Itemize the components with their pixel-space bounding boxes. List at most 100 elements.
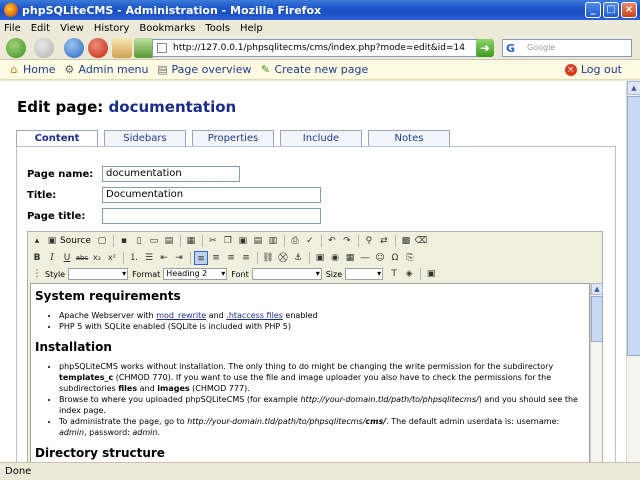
source-button[interactable]: Source (60, 236, 91, 246)
format-combo[interactable]: Format Heading 2 (132, 268, 228, 280)
page-scroll-up-icon[interactable]: ▲ (627, 81, 640, 95)
bold-icon[interactable]: B (30, 251, 44, 265)
go-button[interactable]: ➜ (476, 39, 494, 57)
tab-properties[interactable]: Properties (192, 130, 274, 146)
page-overview-link[interactable]: ▤ Page overview (156, 63, 251, 76)
print-icon[interactable]: ⎙ (288, 234, 302, 248)
menu-view[interactable]: View (60, 23, 84, 34)
menu-help[interactable]: Help (240, 23, 263, 34)
cut-icon[interactable]: ✂ (206, 234, 220, 248)
undo-icon[interactable]: ↶ (325, 234, 339, 248)
font-combo[interactable]: Font (231, 268, 322, 280)
page-name-input[interactable]: documentation (102, 166, 240, 182)
reload-button[interactable] (64, 38, 84, 58)
format-select[interactable]: Heading 2 (163, 268, 228, 280)
title-input[interactable]: Documentation (102, 187, 321, 203)
page-scrollbar[interactable]: ▲ (626, 81, 640, 462)
flash-icon[interactable]: ◉ (328, 251, 342, 265)
menu-tools[interactable]: Tools (205, 23, 230, 34)
replace-icon[interactable]: ⇄ (377, 234, 391, 248)
scroll-up-icon[interactable]: ▲ (591, 283, 603, 295)
tab-content[interactable]: Content (16, 130, 98, 147)
menu-edit[interactable]: Edit (31, 23, 50, 34)
bookmark-icon[interactable] (134, 38, 154, 58)
tab-sidebars[interactable]: Sidebars (104, 130, 186, 146)
page-scroll-thumb[interactable] (627, 96, 640, 356)
spellcheck-icon[interactable]: ✓ (303, 234, 317, 248)
link-icon[interactable]: ⛓ (261, 251, 275, 265)
stop-button[interactable] (88, 38, 108, 58)
align-left-icon[interactable]: ≡ (194, 251, 208, 265)
align-center-icon[interactable]: ≡ (209, 251, 223, 265)
maximize-button[interactable]: □ (603, 2, 619, 18)
search-input[interactable]: G Google (502, 39, 632, 57)
horizontal-rule-icon[interactable]: ― (358, 251, 372, 265)
preview-source-icon[interactable]: ▢ (95, 234, 109, 248)
style-combo[interactable]: Style (45, 268, 129, 280)
italic-icon[interactable]: I (45, 251, 59, 265)
text-color-icon[interactable]: T (387, 267, 401, 281)
editor-scroll-thumb[interactable] (591, 296, 603, 342)
indent-icon[interactable]: ⇥ (172, 251, 186, 265)
logout-link[interactable]: × Log out (564, 63, 622, 76)
admin-menu-link[interactable]: ⚙ Admin menu (63, 63, 149, 76)
page-break-icon[interactable]: ⎘ (403, 251, 417, 265)
menu-file[interactable]: File (4, 23, 21, 34)
superscript-icon[interactable]: x² (105, 251, 119, 265)
justify-icon[interactable]: ≡ (239, 251, 253, 265)
minimize-button[interactable]: _ (585, 2, 601, 18)
templates-icon[interactable]: ▤ (162, 234, 176, 248)
home-link[interactable]: ⌂ Home (8, 63, 56, 76)
address-bar[interactable]: http://127.0.0.1/phpsqlitecms/cms/index.… (152, 39, 492, 57)
remove-format-icon[interactable]: ⌫ (414, 234, 428, 248)
align-right-icon[interactable]: ≡ (224, 251, 238, 265)
collapse-toolbar-icon[interactable]: ▴ (30, 234, 44, 248)
image-icon[interactable]: ▣ (313, 251, 327, 265)
anchor-icon[interactable]: ⚓ (291, 251, 305, 265)
menu-history[interactable]: History (94, 23, 130, 34)
tab-notes[interactable]: Notes (368, 130, 450, 146)
subscript-icon[interactable]: x₂ (90, 251, 104, 265)
size-combo[interactable]: Size (326, 268, 384, 280)
create-page-link[interactable]: ✎ Create new page (259, 63, 368, 76)
menu-bookmarks[interactable]: Bookmarks (139, 23, 195, 34)
paste-word-icon[interactable]: ▦ (184, 234, 198, 248)
home-icon[interactable] (112, 38, 132, 58)
maximize-editor-icon[interactable]: ▣ (424, 267, 438, 281)
mod-rewrite-link[interactable]: mod_rewrite (156, 311, 206, 320)
installation-list: phpSQLiteCMS works without installation.… (59, 361, 585, 438)
unlink-icon[interactable]: ⛒ (276, 251, 290, 265)
copy-icon[interactable]: ❐ (221, 234, 235, 248)
save-icon[interactable]: ▪ (117, 234, 131, 248)
font-select[interactable] (251, 268, 322, 280)
forward-button[interactable] (34, 38, 54, 58)
collapse-handle-icon[interactable]: ⋮ (30, 267, 44, 281)
tab-include[interactable]: Include (280, 130, 362, 146)
special-char-icon[interactable]: Ω (388, 251, 402, 265)
table-icon[interactable]: ▦ (343, 251, 357, 265)
find-icon[interactable]: ⚲ (362, 234, 376, 248)
new-page-icon[interactable]: ▯ (132, 234, 146, 248)
select-all-icon[interactable]: ▩ (399, 234, 413, 248)
preview-icon[interactable]: ▭ (147, 234, 161, 248)
bullet-list-icon[interactable]: ☰ (142, 251, 156, 265)
size-select[interactable] (345, 268, 384, 280)
background-color-icon[interactable]: ◈ (402, 267, 416, 281)
editor-scrollbar[interactable]: ▲ (590, 283, 603, 476)
close-button[interactable]: × (621, 2, 637, 18)
source-icon[interactable]: ▣ (45, 234, 59, 248)
smiley-icon[interactable]: ☺ (373, 251, 387, 265)
underline-icon[interactable]: U (60, 251, 74, 265)
outdent-icon[interactable]: ⇤ (157, 251, 171, 265)
strikethrough-icon[interactable]: abc (75, 251, 89, 265)
htaccess-link[interactable]: .htaccess files (226, 311, 283, 320)
paste-text-icon[interactable]: ▤ (251, 234, 265, 248)
numbered-list-icon[interactable]: ⒈ (127, 251, 141, 265)
style-select[interactable] (68, 268, 129, 280)
paste-icon[interactable]: ▣ (236, 234, 250, 248)
page-title-input[interactable] (102, 208, 321, 224)
redo-icon[interactable]: ↷ (340, 234, 354, 248)
editor-content-area[interactable]: System requirements Apache Webserver wit… (30, 283, 590, 476)
back-button[interactable] (6, 38, 26, 58)
paste-from-word-icon[interactable]: ▥ (266, 234, 280, 248)
